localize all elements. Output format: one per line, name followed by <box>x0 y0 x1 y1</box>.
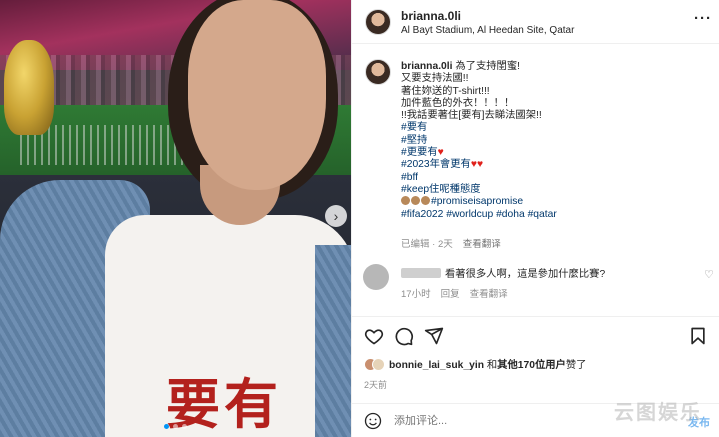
post-location[interactable]: Al Bayt Stadium, Al Heedan Site, Qatar <box>401 25 574 36</box>
edited-time: 已编辑 · 2天 <box>401 239 453 250</box>
caption-meta: 已编辑 · 2天 查看翻译 <box>401 236 501 250</box>
comment: 看著很多人啊，這是參加什麼比賽? <box>401 265 605 280</box>
caption-line: 著住妳送的T-shirt!!! <box>401 85 490 97</box>
person-face <box>188 0 326 190</box>
carousel-dot <box>182 424 187 429</box>
commenter-avatar[interactable] <box>363 264 389 290</box>
see-translation-link[interactable]: 查看翻译 <box>463 239 501 250</box>
comment-meta: 17小时 回复 查看翻译 <box>401 286 518 300</box>
hands-emoji <box>401 196 431 207</box>
heart-emoji: ♥♥ <box>470 159 484 171</box>
caption-line: 為了支持閨蜜! <box>452 61 521 72</box>
emoji-icon[interactable] <box>364 412 382 430</box>
carousel-dot <box>173 424 178 429</box>
comment-text: 看著很多人啊，這是參加什麼比賽? <box>445 269 606 280</box>
comment-icon[interactable] <box>394 326 414 346</box>
hashtag-link[interactable]: #更要有 <box>401 147 438 158</box>
see-translation-link[interactable]: 查看翻译 <box>470 289 508 300</box>
hashtag-link[interactable]: #2023年會更有 <box>401 159 471 170</box>
author-username[interactable]: brianna.0li <box>401 9 461 23</box>
hashtag-link[interactable]: #worldcup <box>446 209 493 220</box>
likes-suffix: 赞了 <box>565 360 587 371</box>
hashtag-link[interactable]: #doha <box>496 209 525 220</box>
caption-line: 又要支持法國!! <box>401 73 469 85</box>
likes-connector: 和 <box>484 360 498 371</box>
action-bar <box>352 316 719 356</box>
post-date: 2天前 <box>364 380 388 390</box>
heart-icon[interactable] <box>364 326 384 346</box>
caption-username[interactable]: brianna.0li <box>401 61 453 72</box>
hashtag-link[interactable]: #keep住呢種態度 <box>401 184 481 195</box>
commenter-username-blurred[interactable] <box>401 268 441 278</box>
blue-cardigan-right <box>315 245 351 437</box>
hashtag-link[interactable]: #qatar <box>528 209 557 220</box>
post-header: brianna.0li Al Bayt Stadium, Al Heedan S… <box>352 0 719 44</box>
likes-summary[interactable]: bonnie_lai_suk_yin 和其他170位用户赞了 <box>364 356 586 371</box>
next-image-button[interactable]: › <box>325 205 347 227</box>
liker-username[interactable]: bonnie_lai_suk_yin <box>389 360 484 371</box>
hashtag-link[interactable]: #堅持 <box>401 135 427 146</box>
hashtag-link[interactable]: #fifa2022 <box>401 209 443 220</box>
liker-avatar <box>372 358 385 371</box>
caption-line: !!我話要著住[要有]去睇法國架!! <box>401 110 542 122</box>
likes-count[interactable]: 其他170位用户 <box>497 360 566 371</box>
share-icon[interactable] <box>424 326 444 346</box>
hashtag-link[interactable]: #要有 <box>401 122 427 133</box>
carousel-dots <box>164 424 187 429</box>
post-details-panel: brianna.0li Al Bayt Stadium, Al Heedan S… <box>351 0 719 437</box>
hashtag-link[interactable]: #promiseisapromise <box>431 196 523 207</box>
post-caption: brianna.0li 為了支持閨蜜! 又要支持法國!! 著住妳送的T-shir… <box>401 61 711 221</box>
more-horizontal-icon[interactable]: ··· <box>694 10 712 27</box>
author-avatar[interactable] <box>365 9 391 35</box>
caption-line: 加件藍色的外衣！！！！ <box>401 97 515 109</box>
world-cup-trophy <box>4 40 54 135</box>
hashtag-link[interactable]: #bff <box>401 172 418 183</box>
carousel-dot-active <box>164 424 169 429</box>
caption-avatar[interactable] <box>365 59 391 85</box>
comment-like-heart-icon[interactable]: ♡ <box>704 268 714 281</box>
comment-time: 17小时 <box>401 289 431 300</box>
reply-link[interactable]: 回复 <box>441 289 460 300</box>
post-photo[interactable]: 要有 › <box>0 0 351 437</box>
watermark: 云图娱乐 <box>614 402 702 424</box>
heart-emoji: ♥ <box>437 147 444 159</box>
bookmark-icon[interactable] <box>688 326 708 346</box>
comment-input[interactable] <box>394 410 584 432</box>
